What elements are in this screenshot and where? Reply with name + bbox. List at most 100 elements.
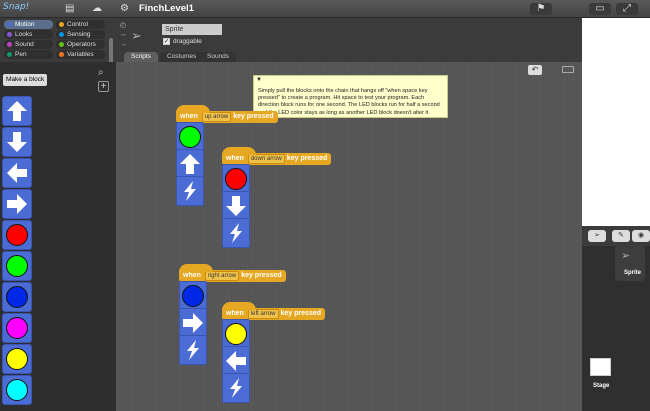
looks-color-icon — [7, 32, 12, 37]
green-led-icon — [6, 255, 28, 277]
pressed-label: key pressed — [286, 155, 328, 162]
tab-scripts[interactable]: Scripts — [124, 52, 158, 62]
control-color-icon — [59, 22, 64, 27]
flag-icon[interactable]: ⚑ — [530, 3, 552, 15]
category-sound[interactable]: Sound — [4, 40, 53, 49]
add-icon[interactable]: + — [98, 81, 109, 92]
fullscreen-icon[interactable]: ⤢ — [616, 3, 638, 15]
pressed-label: key pressed — [241, 272, 282, 279]
left-arrow-block[interactable] — [222, 346, 250, 376]
checkbox-icon: ✓ — [163, 38, 170, 45]
rotation-flip-icon[interactable]: ↔ — [120, 31, 127, 38]
lightning-icon — [230, 223, 242, 243]
category-motion[interactable]: Motion — [4, 20, 53, 29]
stage[interactable] — [582, 18, 650, 226]
palette-red-led-block[interactable] — [2, 220, 32, 250]
category-label: Variables — [67, 51, 94, 58]
up-arrow-icon — [7, 101, 27, 121]
pen-color-icon — [7, 52, 12, 57]
keyboard-icon[interactable] — [562, 66, 574, 73]
down-arrow-icon — [226, 196, 246, 216]
rotation-none-icon[interactable]: → — [120, 41, 127, 48]
make-a-block-button[interactable]: Make a block — [3, 74, 48, 86]
lightning-block[interactable] — [176, 176, 204, 206]
category-pen[interactable]: Pen — [4, 50, 53, 59]
blue-led-icon — [6, 286, 28, 308]
settings-gear-icon[interactable]: ⚙ — [120, 3, 129, 15]
category-sensing[interactable]: Sensing — [56, 30, 105, 39]
palette-blue-led-block[interactable] — [2, 282, 32, 312]
undo-icon[interactable]: ↶ — [528, 65, 542, 75]
sensing-color-icon — [59, 32, 64, 37]
key-dropdown[interactable]: left arrow — [247, 309, 279, 319]
category-selector: Motion Control Looks Sensing Sound Opera… — [0, 18, 116, 78]
red-led-icon — [6, 224, 28, 246]
category-label: Motion — [15, 21, 35, 28]
right-arrow-block[interactable] — [179, 308, 207, 338]
rotation-full-icon[interactable]: ◴ — [120, 21, 126, 29]
logo-text: Snap! — [3, 2, 30, 12]
red-led-block[interactable] — [222, 164, 250, 194]
magenta-led-icon — [6, 317, 28, 339]
lightning-icon — [184, 181, 196, 201]
left-arrow-icon — [7, 163, 27, 183]
search-icon[interactable]: ⌕ — [98, 67, 104, 78]
comment-text: Simply pull the blocks onto the chain th… — [258, 88, 440, 116]
when-label: when — [180, 113, 198, 120]
category-label: Sound — [15, 41, 34, 48]
palette-green-led-block[interactable] — [2, 251, 32, 281]
add-turtle-sprite-icon[interactable]: ➢ — [588, 230, 606, 242]
yellow-led-block[interactable] — [222, 319, 250, 349]
palette-up-arrow-block[interactable] — [2, 96, 32, 126]
lightning-block[interactable] — [222, 373, 250, 403]
script-comment[interactable]: Simply pull the blocks onto the chain th… — [253, 75, 448, 118]
draggable-checkbox[interactable]: ✓ draggable — [163, 38, 202, 45]
category-control[interactable]: Control — [56, 20, 105, 29]
paint-brush-icon[interactable]: ✎ — [612, 230, 630, 242]
down-arrow-icon — [7, 132, 27, 152]
green-led-block[interactable] — [176, 122, 204, 152]
lightning-block[interactable] — [179, 335, 207, 365]
stage-label: Stage — [593, 383, 610, 389]
category-looks[interactable]: Looks — [4, 30, 53, 39]
draggable-label: draggable — [173, 38, 202, 45]
red-led-icon — [225, 168, 247, 190]
motion-color-icon — [7, 22, 12, 27]
lightning-icon — [187, 340, 199, 360]
tab-sounds[interactable]: Sounds — [200, 52, 237, 62]
camera-icon[interactable]: ◉ — [632, 230, 650, 242]
palette-left-arrow-block[interactable] — [2, 158, 32, 188]
category-label: Control — [67, 21, 88, 28]
palette-magenta-led-block[interactable] — [2, 313, 32, 343]
key-dropdown[interactable]: down arrow — [247, 154, 285, 164]
collapse-triangle-icon[interactable]: ▼ — [256, 77, 262, 83]
down-arrow-block[interactable] — [222, 191, 250, 221]
snap-logo[interactable]: Snap! — [3, 2, 29, 12]
category-operators[interactable]: Operators — [56, 40, 105, 49]
stage-thumbnail[interactable] — [590, 358, 611, 376]
category-variables[interactable]: Variables — [56, 50, 105, 59]
palette-right-arrow-block[interactable] — [2, 189, 32, 219]
palette-yellow-led-block[interactable] — [2, 344, 32, 374]
blue-led-block[interactable] — [179, 281, 207, 311]
variables-color-icon — [59, 52, 64, 57]
up-arrow-block[interactable] — [176, 149, 204, 179]
right-arrow-icon — [7, 194, 27, 214]
yellow-led-icon — [225, 323, 247, 345]
lightning-block[interactable] — [222, 218, 250, 248]
key-dropdown[interactable]: up arrow — [201, 112, 232, 122]
yellow-led-icon — [6, 348, 28, 370]
cloud-icon[interactable]: ☁ — [92, 3, 102, 15]
key-dropdown[interactable]: right arrow — [204, 271, 240, 281]
sprite-name-input[interactable]: Sprite — [162, 24, 222, 35]
tab-costumes[interactable]: Costumes — [160, 52, 204, 62]
palette-down-arrow-block[interactable] — [2, 127, 32, 157]
when-label: when — [183, 272, 201, 279]
blue-led-icon — [182, 285, 204, 307]
category-label: Pen — [15, 51, 27, 58]
palette-cyan-led-block[interactable] — [2, 375, 32, 405]
cyan-led-icon — [6, 379, 28, 401]
file-icon[interactable]: ▤ — [65, 3, 74, 15]
top-toolbar: Snap! ▤ ☁ ⚙ FinchLevel1 ⚑ ▭ ⤢ — [0, 0, 650, 18]
stage-size-icon[interactable]: ▭ — [589, 3, 611, 15]
